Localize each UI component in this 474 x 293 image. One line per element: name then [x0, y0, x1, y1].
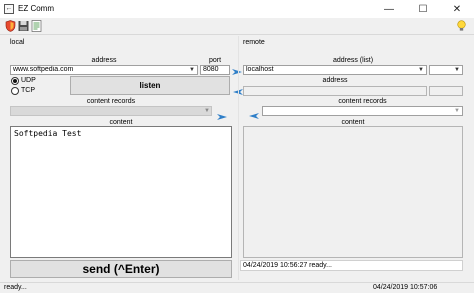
close-button[interactable]: ✕ — [440, 0, 474, 18]
toolbar-separator — [0, 34, 474, 35]
listen-button[interactable]: listen — [70, 76, 230, 95]
remote-content-records-combo[interactable]: ▼ — [262, 106, 463, 116]
remote-section-label: remote — [243, 39, 265, 46]
udp-label: UDP — [21, 77, 36, 84]
remote-log: 04/24/2019 10:56:27 ready... — [240, 260, 463, 271]
remote-address-list-label: address (list) — [332, 57, 374, 64]
tcp-label: TCP — [21, 87, 35, 94]
save-icon[interactable] — [18, 20, 29, 32]
local-port-input[interactable]: 8080 — [200, 65, 230, 75]
local-content-records-label: content records — [86, 98, 136, 105]
local-port-label: port — [208, 57, 222, 64]
status-bar: ready... 04/24/2019 10:57:06 — [0, 282, 474, 293]
local-content-textarea[interactable]: Softpedia Test — [10, 126, 232, 258]
udp-radio[interactable] — [11, 77, 19, 85]
maximize-button[interactable]: ☐ — [406, 0, 440, 18]
chevron-down-icon[interactable]: ▼ — [188, 66, 196, 74]
document-icon[interactable] — [31, 20, 42, 32]
minimize-button[interactable]: — — [372, 0, 406, 18]
remote-content-records-label: content records — [338, 98, 387, 105]
splitter[interactable] — [238, 36, 239, 280]
remote-address-list-value: localhost — [246, 66, 274, 73]
arrow-right-icon — [232, 69, 242, 75]
lightbulb-icon[interactable] — [456, 20, 467, 32]
app-icon: ← — [4, 4, 14, 14]
chevron-down-icon[interactable]: ▼ — [453, 66, 461, 74]
shield-icon[interactable] — [5, 20, 16, 32]
local-address-combo[interactable]: www.softpedia.com ▼ — [10, 65, 198, 75]
chevron-down-icon[interactable]: ▼ — [204, 107, 210, 115]
title-bar: ← EZ Comm — ☐ ✕ — [0, 0, 474, 18]
tcp-radio[interactable] — [11, 87, 19, 95]
send-button[interactable]: send (^Enter) — [10, 260, 232, 278]
status-text: ready... — [4, 284, 27, 291]
local-section-label: local — [10, 39, 25, 46]
remote-port-combo[interactable]: ▼ — [429, 65, 463, 75]
local-address-value: www.softpedia.com — [13, 66, 74, 73]
chevron-down-icon[interactable]: ▼ — [453, 107, 461, 115]
status-timestamp: 04/24/2019 10:57:06 — [373, 284, 438, 291]
remote-address-label: address — [322, 77, 348, 84]
remote-content-textarea — [243, 126, 463, 258]
remote-address-field — [243, 86, 427, 96]
remote-address-list-combo[interactable]: localhost ▼ — [243, 65, 427, 75]
local-address-label: address — [91, 57, 117, 64]
local-content-records-combo[interactable]: ▼ — [10, 106, 212, 116]
window-title: EZ Comm — [18, 4, 54, 13]
toolbar — [0, 18, 474, 34]
chevron-down-icon[interactable]: ▼ — [417, 66, 425, 74]
remote-port-field — [429, 86, 463, 96]
